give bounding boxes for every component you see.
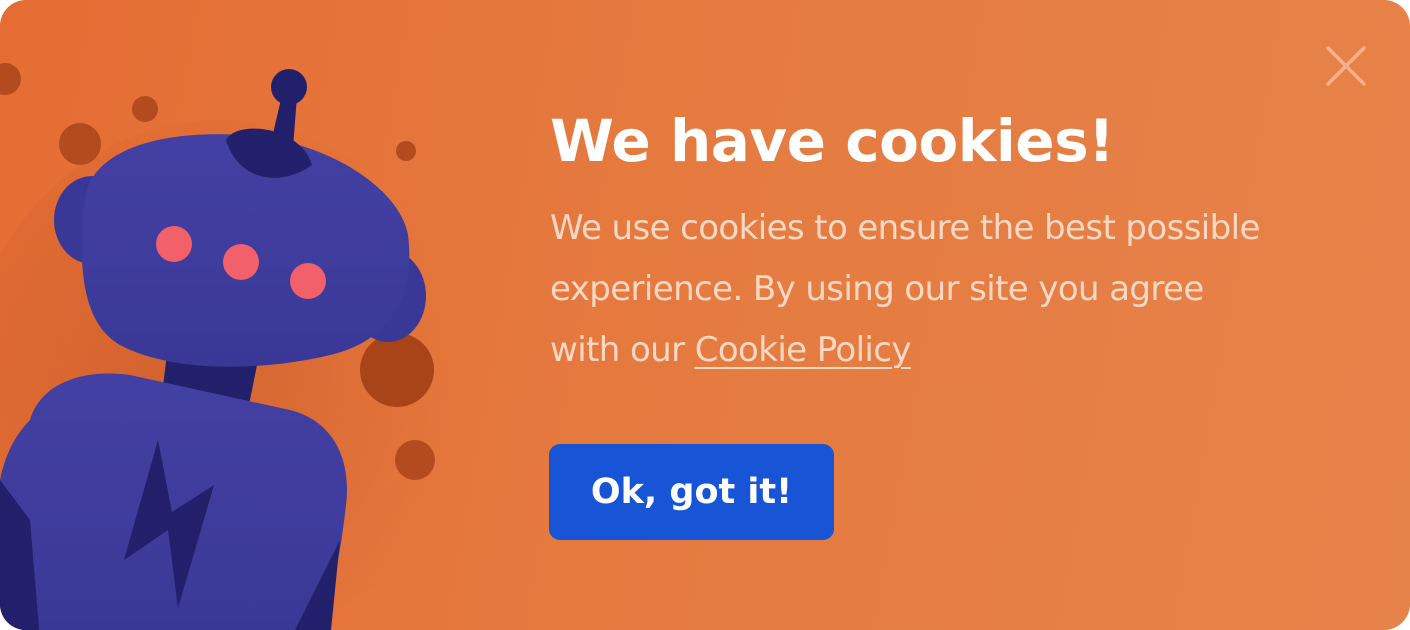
banner-title: We have cookies! [550, 107, 1115, 175]
close-button[interactable] [1320, 40, 1372, 92]
cookie-policy-link[interactable]: Cookie Policy [695, 330, 912, 370]
close-icon [1326, 46, 1366, 86]
banner-description: We use cookies to ensure the best possib… [550, 198, 1270, 381]
cookie-banner: We have cookies! We use cookies to ensur… [0, 0, 1410, 630]
cookie-message: We have cookies! We use cookies to ensur… [550, 100, 1310, 381]
accept-cookies-button[interactable]: Ok, got it! [549, 444, 834, 540]
robot-illustration [0, 63, 470, 630]
robot-torso [0, 373, 347, 630]
